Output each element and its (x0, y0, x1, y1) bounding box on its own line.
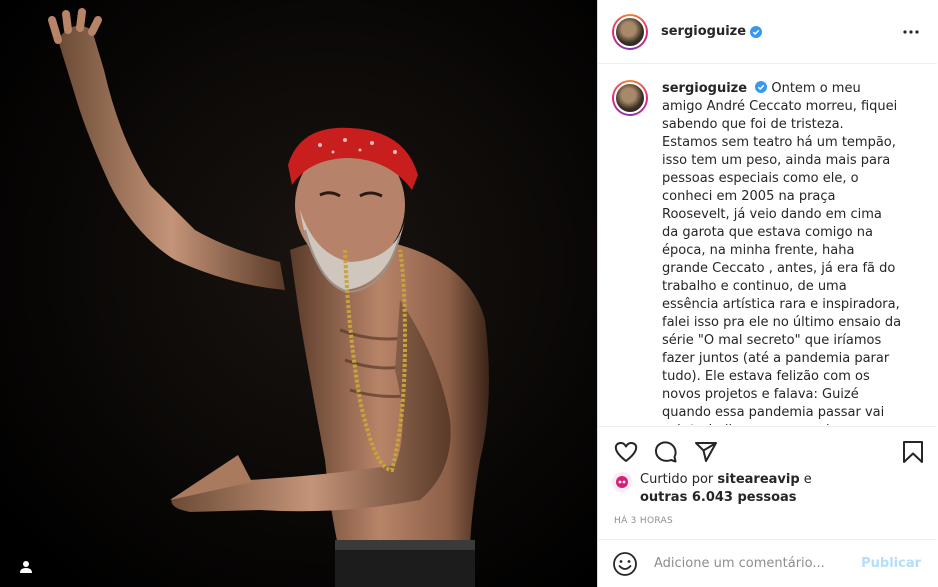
more-options-icon (903, 29, 919, 34)
caption: sergioguize Ontem o meu amigo André Cecc… (612, 80, 923, 425)
verified-badge-icon (755, 81, 768, 93)
caption-avatar[interactable] (612, 80, 648, 116)
comment-bar: Publicar (598, 539, 937, 587)
save-button[interactable] (899, 438, 927, 466)
likes-summary: Curtido por siteareavip e outras 6.043 p… (612, 471, 923, 507)
comment-icon (654, 440, 677, 462)
user-tags-button[interactable] (14, 555, 38, 579)
liker-avatar[interactable] (612, 472, 632, 492)
like-button[interactable] (612, 438, 640, 466)
post-timestamp[interactable]: HÁ 3 HORAS (614, 516, 673, 526)
bookmark-icon (903, 440, 923, 463)
more-options-button[interactable] (899, 20, 923, 44)
caption-body: sergioguize Ontem o meu amigo André Cecc… (662, 80, 902, 425)
heart-icon (614, 441, 638, 462)
caption-username[interactable]: sergioguize (662, 81, 747, 96)
comment-input[interactable] (652, 555, 862, 572)
instagram-post: sergioguize sergioguize Ontem o meu amig… (0, 0, 938, 587)
post-sidebar: sergioguize sergioguize Ontem o meu amig… (597, 0, 937, 587)
share-button[interactable] (692, 438, 720, 466)
post-image (0, 0, 597, 587)
caption-text: Ontem o meu amigo André Ceccato morreu, … (662, 81, 902, 425)
liker-username[interactable]: siteareavip (717, 472, 799, 487)
emoji-icon[interactable] (612, 551, 638, 577)
publish-button[interactable]: Publicar (861, 556, 921, 571)
post-header: sergioguize (598, 0, 937, 64)
user-tag-icon (20, 561, 32, 573)
avatar[interactable] (612, 13, 648, 50)
header-username[interactable]: sergioguize (661, 24, 746, 39)
verified-badge-icon (750, 25, 763, 38)
siteareavip-logo-icon (616, 476, 628, 488)
likes-and: e (803, 472, 812, 487)
likes-others-link[interactable]: outras 6.043 pessoas (640, 490, 797, 505)
comment-button[interactable] (652, 438, 680, 466)
share-icon (695, 441, 717, 462)
post-photo[interactable] (0, 0, 597, 587)
likes-prefix: Curtido por (640, 472, 714, 487)
likes-text: Curtido por siteareavip e outras 6.043 p… (640, 471, 812, 507)
action-bar (598, 426, 937, 476)
